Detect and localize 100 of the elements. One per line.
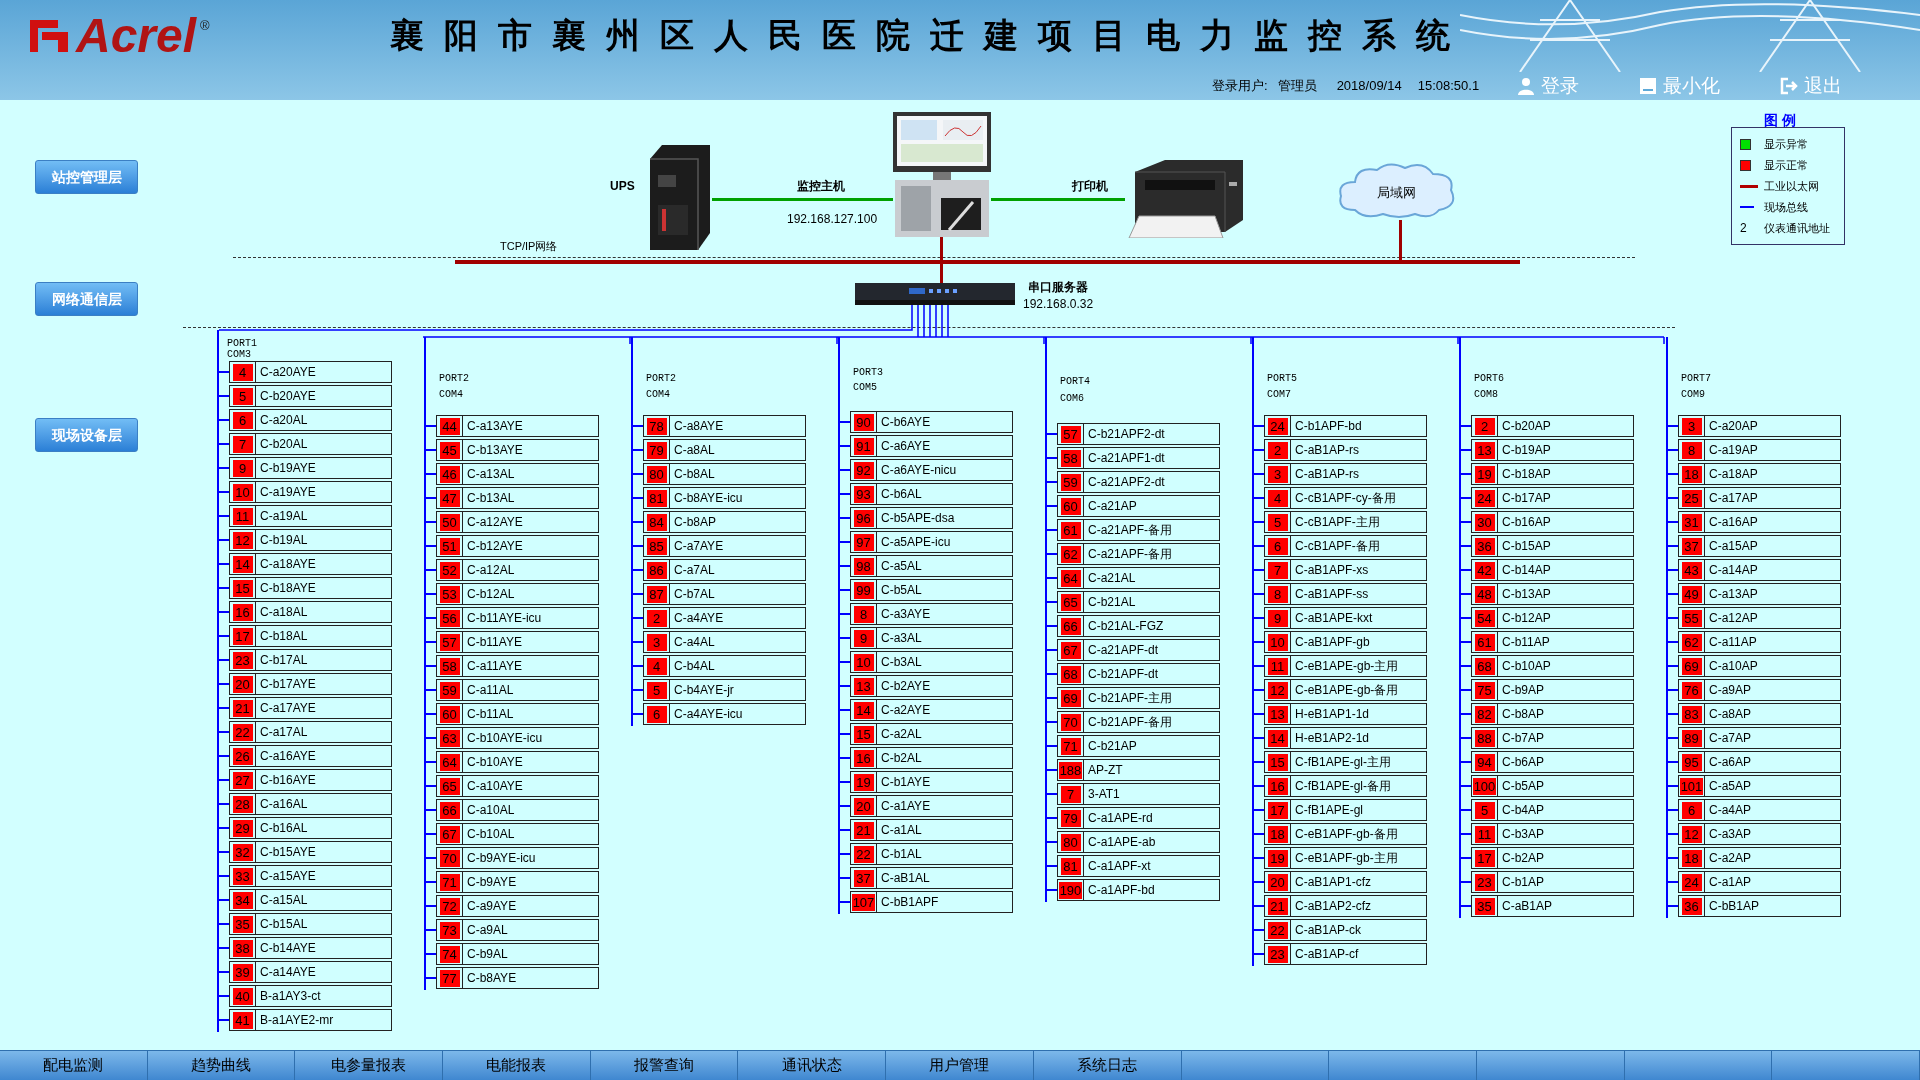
device-card[interactable]: 56 C-b11AYE-icu: [436, 607, 599, 629]
device-card[interactable]: 5 C-b20AYE: [229, 385, 392, 407]
device-card[interactable]: 22 C-aB1AP-ck: [1264, 919, 1427, 941]
device-card[interactable]: 13 C-b19AP: [1471, 439, 1634, 461]
device-card[interactable]: 57 C-b21APF2-dt: [1057, 423, 1220, 445]
device-card[interactable]: 8 C-aB1APF-ss: [1264, 583, 1427, 605]
device-card[interactable]: 80 C-b8AL: [643, 463, 806, 485]
device-card[interactable]: 35 C-b15AL: [229, 913, 392, 935]
device-card[interactable]: 7 C-b20AL: [229, 433, 392, 455]
device-card[interactable]: 16 C-fB1APE-gl-备用: [1264, 775, 1427, 797]
device-card[interactable]: 58 C-a11AYE: [436, 655, 599, 677]
device-card[interactable]: 18 C-eB1APF-gb-备用: [1264, 823, 1427, 845]
device-card[interactable]: 62 C-a11AP: [1678, 631, 1841, 653]
device-card[interactable]: 12 C-a3AP: [1678, 823, 1841, 845]
nav-tab[interactable]: 电参量报表: [295, 1051, 444, 1080]
device-card[interactable]: 64 C-b10AYE: [436, 751, 599, 773]
device-card[interactable]: 60 C-b11AL: [436, 703, 599, 725]
device-card[interactable]: 46 C-a13AL: [436, 463, 599, 485]
device-card[interactable]: 59 C-a21APF2-dt: [1057, 471, 1220, 493]
device-card[interactable]: 31 C-a16AP: [1678, 511, 1841, 533]
device-card[interactable]: 17 C-b2AP: [1471, 847, 1634, 869]
nav-tab[interactable]: 趋势曲线: [147, 1051, 296, 1080]
device-card[interactable]: 76 C-a9AP: [1678, 679, 1841, 701]
device-card[interactable]: 12 C-b19AL: [229, 529, 392, 551]
device-card[interactable]: 37 C-aB1AL: [850, 867, 1013, 889]
device-card[interactable]: 23 C-aB1AP-cf: [1264, 943, 1427, 965]
device-card[interactable]: 18 C-a18AP: [1678, 463, 1841, 485]
device-card[interactable]: 69 C-b21APF-主用: [1057, 687, 1220, 709]
device-card[interactable]: 54 C-b12AP: [1471, 607, 1634, 629]
device-card[interactable]: 60 C-a21AP: [1057, 495, 1220, 517]
device-card[interactable]: 50 C-a12AYE: [436, 511, 599, 533]
nav-tab[interactable]: 电能报表: [443, 1051, 591, 1080]
device-card[interactable]: 42 C-b14AP: [1471, 559, 1634, 581]
device-card[interactable]: 13 C-b2AYE: [850, 675, 1013, 697]
device-card[interactable]: 99 C-b5AL: [850, 579, 1013, 601]
device-card[interactable]: 91 C-a6AYE: [850, 435, 1013, 457]
device-card[interactable]: 68 C-b21APF-dt: [1057, 663, 1220, 685]
nav-tab[interactable]: 报警查询: [590, 1051, 739, 1080]
device-card[interactable]: 96 C-b5APE-dsa: [850, 507, 1013, 529]
device-card[interactable]: 29 C-b16AL: [229, 817, 392, 839]
device-card[interactable]: 52 C-a12AL: [436, 559, 599, 581]
device-card[interactable]: 20 C-a1AYE: [850, 795, 1013, 817]
device-card[interactable]: 23 C-b1AP: [1471, 871, 1634, 893]
device-card[interactable]: 4 C-a20AYE: [229, 361, 392, 383]
device-card[interactable]: 34 C-a15AL: [229, 889, 392, 911]
device-card[interactable]: 68 C-b10AP: [1471, 655, 1634, 677]
device-card[interactable]: 190 C-a1APF-bd: [1057, 879, 1220, 901]
device-card[interactable]: 41 B-a1AYE2-mr: [229, 1009, 392, 1031]
device-card[interactable]: 11 C-eB1APE-gb-主用: [1264, 655, 1427, 677]
device-card[interactable]: 97 C-a5APE-icu: [850, 531, 1013, 553]
device-card[interactable]: 36 C-bB1AP: [1678, 895, 1841, 917]
device-card[interactable]: 19 C-b1AYE: [850, 771, 1013, 793]
device-card[interactable]: 33 C-a15AYE: [229, 865, 392, 887]
device-card[interactable]: 38 C-b14AYE: [229, 937, 392, 959]
device-card[interactable]: 51 C-b12AYE: [436, 535, 599, 557]
device-card[interactable]: 10 C-b3AL: [850, 651, 1013, 673]
device-card[interactable]: 8 C-a3AYE: [850, 603, 1013, 625]
device-card[interactable]: 61 C-b11AP: [1471, 631, 1634, 653]
device-card[interactable]: 107 C-bB1APF: [850, 891, 1013, 913]
device-card[interactable]: 2 C-a4AYE: [643, 607, 806, 629]
device-card[interactable]: 43 C-a14AP: [1678, 559, 1841, 581]
device-card[interactable]: 85 C-a7AYE: [643, 535, 806, 557]
device-card[interactable]: 2 C-aB1AP-rs: [1264, 439, 1427, 461]
device-card[interactable]: 23 C-b17AL: [229, 649, 392, 671]
device-card[interactable]: 21 C-a1AL: [850, 819, 1013, 841]
device-card[interactable]: 14 C-a18AYE: [229, 553, 392, 575]
device-card[interactable]: 15 C-fB1APE-gl-主用: [1264, 751, 1427, 773]
device-card[interactable]: 57 C-b11AYE: [436, 631, 599, 653]
device-card[interactable]: 94 C-b6AP: [1471, 751, 1634, 773]
device-card[interactable]: 13 H-eB1AP1-1d: [1264, 703, 1427, 725]
device-card[interactable]: 81 C-a1APF-xt: [1057, 855, 1220, 877]
nav-tab[interactable]: 通讯状态: [738, 1051, 887, 1080]
device-card[interactable]: 3 C-aB1AP-rs: [1264, 463, 1427, 485]
device-card[interactable]: 8 C-a19AP: [1678, 439, 1841, 461]
device-card[interactable]: 82 C-b8AP: [1471, 703, 1634, 725]
device-card[interactable]: 11 C-a19AL: [229, 505, 392, 527]
device-card[interactable]: 69 C-a10AP: [1678, 655, 1841, 677]
device-card[interactable]: 188 AP-ZT: [1057, 759, 1220, 781]
device-card[interactable]: 36 C-b15AP: [1471, 535, 1634, 557]
device-card[interactable]: 71 C-b21AP: [1057, 735, 1220, 757]
device-card[interactable]: 44 C-a13AYE: [436, 415, 599, 437]
device-card[interactable]: 17 C-fB1APE-gl: [1264, 799, 1427, 821]
device-card[interactable]: 25 C-a17AP: [1678, 487, 1841, 509]
device-card[interactable]: 11 C-b3AP: [1471, 823, 1634, 845]
device-card[interactable]: 28 C-a16AL: [229, 793, 392, 815]
device-card[interactable]: 3 C-a20AP: [1678, 415, 1841, 437]
device-card[interactable]: 16 C-a18AL: [229, 601, 392, 623]
device-card[interactable]: 19 C-b18AP: [1471, 463, 1634, 485]
nav-tab[interactable]: 系统日志: [1033, 1051, 1182, 1080]
device-card[interactable]: 88 C-b7AP: [1471, 727, 1634, 749]
device-card[interactable]: 62 C-a21APF-备用: [1057, 543, 1220, 565]
device-card[interactable]: 5 C-cB1APF-主用: [1264, 511, 1427, 533]
device-card[interactable]: 63 C-b10AYE-icu: [436, 727, 599, 749]
device-card[interactable]: 35 C-aB1AP: [1471, 895, 1634, 917]
device-card[interactable]: 26 C-a16AYE: [229, 745, 392, 767]
device-card[interactable]: 61 C-a21APF-备用: [1057, 519, 1220, 541]
device-card[interactable]: 58 C-a21APF1-dt: [1057, 447, 1220, 469]
device-card[interactable]: 24 C-b17AP: [1471, 487, 1634, 509]
device-card[interactable]: 39 C-a14AYE: [229, 961, 392, 983]
device-card[interactable]: 72 C-a9AYE: [436, 895, 599, 917]
